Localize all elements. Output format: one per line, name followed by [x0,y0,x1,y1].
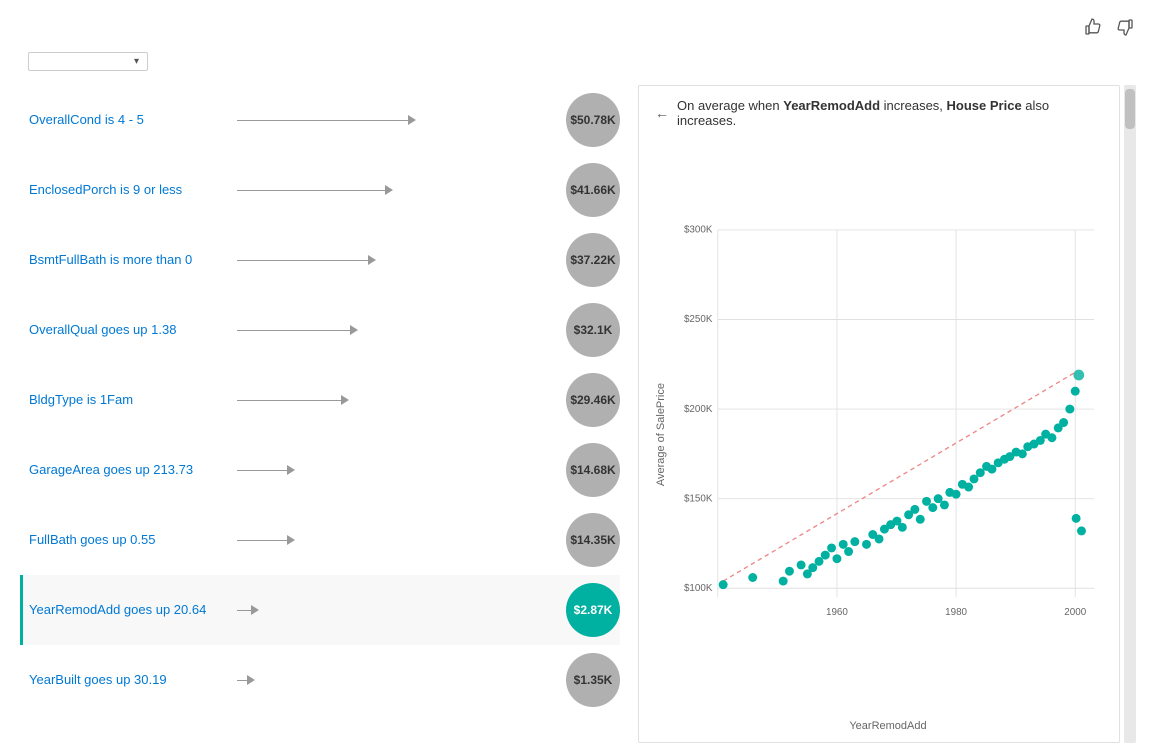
svg-text:$300K: $300K [684,225,713,236]
influencer-row[interactable]: YearRemodAdd goes up 20.64 $2.87K [20,575,620,645]
influencer-bubble: $29.46K [566,373,620,427]
influencer-bubble: $41.66K [566,163,620,217]
influencer-bubble: $14.68K [566,443,620,497]
bar-line [237,680,247,681]
influencer-row[interactable]: YearBuilt goes up 30.19 $1.35K [20,645,620,715]
chart-area: Average of SalePrice [655,138,1103,732]
chart-header: ← On average when YearRemodAdd increases… [655,98,1103,128]
tab-bar [20,24,44,30]
bar-arrow-icon [287,535,295,545]
influencer-label: YearRemodAdd goes up 20.64 [29,601,229,619]
influencer-bubble: $37.22K [566,233,620,287]
bar-line [237,400,341,401]
influencer-label: EnclosedPorch is 9 or less [29,181,229,199]
bar-line [237,540,287,541]
svg-text:2000: 2000 [1064,607,1086,618]
y-axis-label: Average of SalePrice [655,383,667,486]
header [20,16,1136,38]
bar-line [237,610,251,611]
bar-arrow-icon [350,325,358,335]
scatter-plot: $300K $250K $200K $150K $100K 1960 1980 … [673,138,1103,716]
x-axis-label: YearRemodAdd [673,720,1103,732]
scrollbar[interactable] [1124,85,1136,743]
bar-arrow-icon [385,185,393,195]
bar-arrow-icon [368,255,376,265]
bar-arrow-icon [247,675,255,685]
influencer-label: BsmtFullBath is more than 0 [29,251,229,269]
thumbs-up-icon[interactable] [1082,16,1104,38]
chart-inner: $300K $250K $200K $150K $100K 1960 1980 … [673,138,1103,732]
influencer-bar-area [229,325,566,335]
influencer-bar-area [229,185,566,195]
influencers-list: OverallCond is 4 - 5 $50.78K EnclosedPor… [20,85,630,743]
bar-arrow-icon [408,115,416,125]
influencer-label: OverallQual goes up 1.38 [29,321,229,339]
chart-svg-area: $300K $250K $200K $150K $100K 1960 1980 … [673,138,1103,716]
influencer-row[interactable]: BsmtFullBath is more than 0 $37.22K [20,225,620,295]
influencer-bar-area [229,675,566,685]
influencer-row[interactable]: BldgType is 1Fam $29.46K [20,365,620,435]
svg-text:$150K: $150K [684,493,713,504]
bar-line [237,260,368,261]
influencer-row[interactable]: FullBath goes up 0.55 $14.35K [20,505,620,575]
header-actions [1082,16,1136,38]
influencer-bar-area [229,605,566,615]
influencer-label: FullBath goes up 0.55 [29,531,229,549]
svg-text:$200K: $200K [684,404,713,415]
bar-arrow-icon [251,605,259,615]
influencer-bar-area [229,465,566,475]
bar-line [237,330,350,331]
svg-text:1980: 1980 [945,607,967,618]
influencer-label: OverallCond is 4 - 5 [29,111,229,129]
main-content: OverallCond is 4 - 5 $50.78K EnclosedPor… [20,85,1136,743]
chevron-down-icon: ▾ [134,56,139,67]
influencer-row[interactable]: OverallCond is 4 - 5 $50.78K [20,85,620,155]
influencer-bar-area [229,535,566,545]
influencer-bubble: $2.87K [566,583,620,637]
bar-arrow-icon [341,395,349,405]
chart-title: On average when YearRemodAdd increases, … [677,98,1103,128]
influencer-row[interactable]: EnclosedPorch is 9 or less $41.66K [20,155,620,225]
influencer-bubble: $50.78K [566,93,620,147]
influencer-bubble: $14.35K [566,513,620,567]
influencer-bar-area [229,255,566,265]
influencer-label: BldgType is 1Fam [29,391,229,409]
app-container: ▾ OverallCond is 4 - 5 $50.78K EnclosedP… [0,0,1156,753]
influencer-label: GarageArea goes up 213.73 [29,461,229,479]
back-arrow-icon[interactable]: ← [655,105,669,121]
scrollbar-thumb[interactable] [1125,89,1135,129]
influencer-row[interactable]: OverallQual goes up 1.38 $32.1K [20,295,620,365]
filter-row: ▾ [20,52,1136,71]
bar-line [237,190,385,191]
influencer-bubble: $1.35K [566,653,620,707]
svg-text:1960: 1960 [826,607,848,618]
svg-text:$250K: $250K [684,314,713,325]
svg-text:$100K: $100K [684,583,713,594]
influencer-row[interactable]: GarageArea goes up 213.73 $14.68K [20,435,620,505]
thumbs-down-icon[interactable] [1114,16,1136,38]
influencer-bubble: $32.1K [566,303,620,357]
bar-arrow-icon [287,465,295,475]
influence-dropdown[interactable]: ▾ [28,52,148,71]
bar-line [237,470,287,471]
influencer-bar-area [229,115,566,125]
influencer-bar-area [229,395,566,405]
chart-panel: ← On average when YearRemodAdd increases… [638,85,1120,743]
bar-line [237,120,408,121]
influencer-label: YearBuilt goes up 30.19 [29,671,229,689]
